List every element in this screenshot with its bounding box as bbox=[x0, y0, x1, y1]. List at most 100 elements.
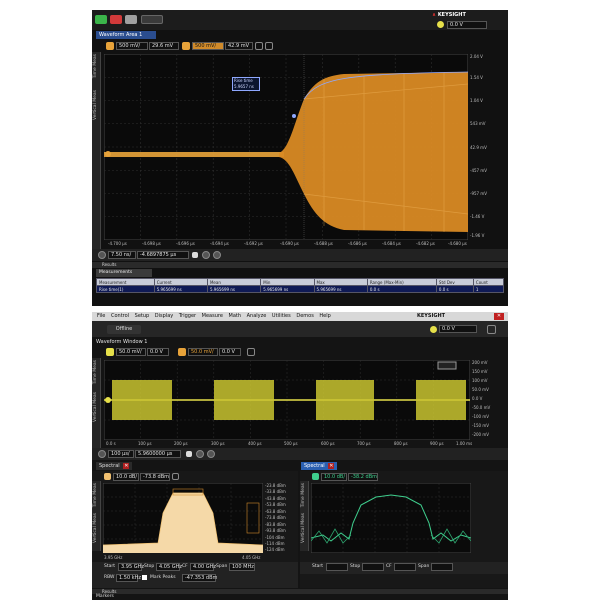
stop-square-button[interactable] bbox=[186, 451, 192, 457]
spec1-add-button[interactable] bbox=[172, 473, 179, 480]
trigger-level-value[interactable]: 0.0 V bbox=[447, 21, 487, 29]
timebase-knob-icon[interactable] bbox=[98, 251, 106, 259]
timebase-value[interactable]: 100 µs/ bbox=[108, 450, 134, 458]
zoom-in-icon[interactable] bbox=[202, 251, 210, 259]
spec2-span-value[interactable] bbox=[431, 563, 453, 571]
waveform-area-tab[interactable]: Waveform Area 1 bbox=[96, 31, 156, 39]
spec1-tab-time-meas[interactable]: Time Meas bbox=[93, 483, 98, 507]
y-tick: -1.96 V bbox=[470, 233, 485, 238]
span-label: Span bbox=[216, 564, 228, 569]
start-value[interactable]: 3.95 GHz bbox=[118, 563, 144, 571]
timebase-knob-icon[interactable] bbox=[98, 450, 106, 458]
spec1-tab-vertical-meas[interactable]: Vertical Meas bbox=[93, 513, 98, 543]
delay-value[interactable]: -4.6897875 µs bbox=[137, 251, 189, 259]
add-channel-button[interactable] bbox=[247, 348, 255, 356]
ch1-scale[interactable]: 50.0 mV/ bbox=[116, 348, 146, 356]
bottom-waveform-plot[interactable] bbox=[104, 360, 470, 440]
spectral-plot-1[interactable] bbox=[103, 483, 263, 553]
toolbar-icon-group[interactable] bbox=[141, 15, 163, 24]
rbw-label: RBW bbox=[104, 575, 115, 580]
ch1-scale[interactable]: 500 mV/ bbox=[116, 42, 148, 50]
stop-button[interactable] bbox=[110, 15, 122, 24]
run-button[interactable] bbox=[95, 15, 107, 24]
menu-help[interactable]: Help bbox=[319, 313, 330, 319]
y-tick: 2.04 V bbox=[470, 54, 483, 59]
menu-math[interactable]: Math bbox=[229, 313, 242, 319]
top-y-axis: 2.04 V 1.54 V 1.04 V 543 mV 42.9 mV -457… bbox=[470, 54, 506, 240]
spec1-ref[interactable]: -73.8 dBm bbox=[140, 473, 170, 481]
spectral-tab-1[interactable]: Spectral ✕ bbox=[96, 462, 133, 470]
menu-demos[interactable]: Demos bbox=[296, 313, 313, 319]
x-tick: 200 µs bbox=[174, 441, 188, 446]
spec2-tab-time-meas[interactable]: Time Meas bbox=[301, 483, 306, 507]
close-icon[interactable]: ✕ bbox=[123, 463, 130, 469]
menu-control[interactable]: Control bbox=[111, 313, 129, 319]
waveform-window-title[interactable]: Waveform Window 1 bbox=[96, 338, 196, 346]
menu-file[interactable]: File bbox=[97, 313, 105, 319]
channel-menu-button[interactable] bbox=[265, 42, 273, 50]
spec2-stop-value[interactable] bbox=[362, 563, 384, 571]
close-icon[interactable]: ✕ bbox=[328, 463, 335, 469]
menu-utilities[interactable]: Utilities bbox=[272, 313, 291, 319]
spec2-ch-icon[interactable] bbox=[312, 473, 319, 480]
ch2-icon[interactable] bbox=[178, 348, 186, 356]
mark-peaks-label: Mark Peaks bbox=[150, 575, 176, 580]
menu-analyze[interactable]: Analyze bbox=[247, 313, 267, 319]
x-tick: -4.684 µs bbox=[382, 241, 401, 246]
delay-value[interactable]: 5.9600000 µs bbox=[135, 450, 181, 458]
add-channel-button[interactable] bbox=[255, 42, 263, 50]
spec2-start-value[interactable] bbox=[326, 563, 348, 571]
x-tick: 500 µs bbox=[284, 441, 298, 446]
close-icon[interactable]: ✕ bbox=[494, 313, 504, 320]
menu-setup[interactable]: Setup bbox=[135, 313, 150, 319]
mark-peaks-checkbox[interactable] bbox=[142, 575, 147, 580]
spec1-scale[interactable]: 10.0 dB/ bbox=[113, 473, 139, 481]
menu-trigger[interactable]: Trigger bbox=[179, 313, 196, 319]
stop-square-button[interactable] bbox=[192, 252, 198, 258]
tab-vertical-meas[interactable]: Vertical Meas bbox=[93, 392, 98, 422]
ch1-offset[interactable]: 29.6 mV bbox=[149, 42, 179, 50]
rbw-value[interactable]: 1.50 kHz bbox=[116, 574, 141, 582]
ch2-scale[interactable]: 500 mV/ bbox=[192, 42, 224, 50]
cf-value[interactable]: 4.00 GHz bbox=[190, 563, 216, 571]
spec1-ch-icon[interactable] bbox=[104, 473, 111, 480]
spectral-tab-2[interactable]: Spectral ✕ bbox=[301, 462, 338, 470]
measurements-table: Measurement Current Mean Min Max Range (… bbox=[96, 278, 505, 293]
markers-tab[interactable]: Markers bbox=[96, 594, 136, 600]
timebase-value[interactable]: 7.50 ns/ bbox=[108, 251, 136, 259]
ch2-icon[interactable] bbox=[182, 42, 190, 50]
spec2-cf-value[interactable] bbox=[394, 563, 416, 571]
ch2-offset[interactable]: 42.9 mV bbox=[225, 42, 253, 50]
zoom-in-icon[interactable] bbox=[196, 450, 204, 458]
zoom-out-icon[interactable] bbox=[207, 450, 215, 458]
ch-ground-marker bbox=[105, 397, 111, 403]
stop-value[interactable]: 4.05 GHz bbox=[156, 563, 182, 571]
tab-time-meas[interactable]: Time Meas bbox=[93, 54, 98, 78]
spec2-ref[interactable]: -38.2 dBm bbox=[348, 473, 378, 481]
tab-vertical-meas[interactable]: Vertical Meas bbox=[93, 90, 98, 120]
zoom-out-icon[interactable] bbox=[213, 251, 221, 259]
single-button[interactable] bbox=[125, 15, 137, 24]
ch2-scale[interactable]: 50.0 mV/ bbox=[188, 348, 218, 356]
ch1-icon[interactable] bbox=[106, 348, 114, 356]
ch1-icon[interactable] bbox=[106, 42, 114, 50]
y-tick: -124 dBm bbox=[265, 547, 285, 552]
table-row[interactable]: Rise time(1) 5.965699 ns 5.965699 ns 5.9… bbox=[96, 285, 505, 293]
y-tick: -73.8 dBm bbox=[265, 515, 286, 520]
peak-value: -47.353 dBm bbox=[182, 574, 217, 582]
top-waveform-plot[interactable] bbox=[104, 54, 468, 240]
measurements-tab[interactable]: Measurements bbox=[96, 269, 152, 277]
spectral-plot-2[interactable] bbox=[311, 483, 471, 553]
cf-label: CF bbox=[182, 564, 188, 569]
settings-button[interactable] bbox=[487, 325, 496, 334]
ch2-offset[interactable]: 0.0 V bbox=[219, 348, 241, 356]
trigger-level-value[interactable]: 0.0 V bbox=[439, 325, 477, 333]
ch1-offset[interactable]: 0.0 V bbox=[147, 348, 169, 356]
y-tick: -43.8 dBm bbox=[265, 496, 286, 501]
spec2-tab-vertical-meas[interactable]: Vertical Meas bbox=[301, 513, 306, 543]
spec2-scale[interactable]: 10.0 dB/ bbox=[321, 473, 347, 481]
menu-measure[interactable]: Measure bbox=[202, 313, 223, 319]
tab-time-meas[interactable]: Time Meas bbox=[93, 360, 98, 384]
span-value[interactable]: 100 MHz bbox=[229, 563, 255, 571]
menu-display[interactable]: Display bbox=[155, 313, 173, 319]
